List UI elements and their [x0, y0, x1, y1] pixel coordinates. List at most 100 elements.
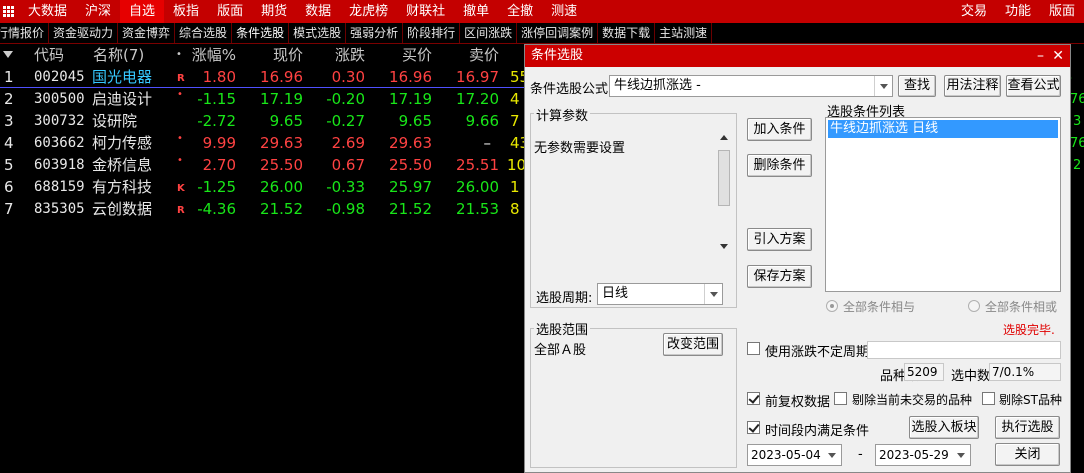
- tab-range-change[interactable]: 区间涨跌: [460, 23, 518, 43]
- menu-big-data[interactable]: 大数据: [19, 0, 76, 23]
- period-select[interactable]: 日线: [597, 283, 723, 305]
- change: -0.20: [326, 90, 365, 108]
- tab-data-download[interactable]: 数据下载: [598, 23, 656, 43]
- exclude-st-checkbox[interactable]: [982, 392, 995, 405]
- forward-adjust-label: 前复权数据: [765, 395, 831, 410]
- menu-hushen[interactable]: 沪深: [76, 0, 120, 23]
- table-row[interactable]: 7 835305 云创数据 R -4.36 21.52 -0.98 21.52 …: [0, 198, 524, 220]
- minimize-icon[interactable]: –: [1037, 45, 1044, 67]
- add-to-block-button[interactable]: 选股入板块: [909, 416, 979, 439]
- scroll-thumb[interactable]: [718, 150, 730, 206]
- header-bid[interactable]: 买价: [385, 44, 432, 66]
- menu-layout[interactable]: 版面: [208, 0, 252, 23]
- sort-down-icon[interactable]: [3, 51, 13, 58]
- save-scheme-button[interactable]: 保存方案: [747, 265, 812, 288]
- scroll-up-icon[interactable]: [720, 135, 728, 140]
- tab-limit-up-cases[interactable]: 涨停回调案例: [517, 23, 599, 43]
- view-formula-button[interactable]: 查看公式: [1006, 75, 1061, 97]
- ask: 26.00: [456, 178, 499, 196]
- tab-composite-pick[interactable]: 综合选股: [175, 23, 233, 43]
- chevron-down-icon[interactable]: [704, 284, 722, 304]
- table-row[interactable]: 6 688159 有方科技 K -1.25 26.00 -0.33 25.97 …: [0, 176, 524, 198]
- list-item[interactable]: 牛线边抓涨选 日线: [828, 120, 1058, 138]
- header-price[interactable]: 现价: [256, 44, 303, 66]
- menu-function[interactable]: 功能: [996, 0, 1040, 23]
- table-row[interactable]: 1 002045 国光电器 R 1.80 16.96 0.30 16.96 16…: [0, 66, 529, 88]
- stock-tag: •: [177, 155, 183, 166]
- menu-cls[interactable]: 财联社: [397, 0, 454, 23]
- import-scheme-button[interactable]: 引入方案: [747, 228, 812, 251]
- stock-name: 柯力传感: [92, 134, 153, 152]
- price: 26.00: [260, 178, 303, 196]
- table-row[interactable]: 5 603918 金桥信息 • 2.70 25.50 0.67 25.50 25…: [0, 154, 526, 176]
- tab-pattern-pick[interactable]: 模式选股: [289, 23, 347, 43]
- header-ask[interactable]: 卖价: [451, 44, 499, 66]
- use-period-checkbox[interactable]: [747, 342, 760, 355]
- stock-code: 603918: [34, 157, 85, 173]
- exclude-untraded-checkbox[interactable]: [834, 392, 847, 405]
- find-button[interactable]: 查找: [898, 75, 936, 97]
- stock-name: 启迪设计: [92, 90, 153, 108]
- table-row[interactable]: 3 300732 设研院 -2.72 9.65 -0.27 9.65 9.66 …: [0, 110, 524, 132]
- formula-select[interactable]: 牛线边抓涨选 -: [609, 75, 893, 97]
- tab-condition-pick[interactable]: 条件选股: [232, 23, 290, 43]
- radio-or[interactable]: [968, 300, 980, 312]
- period-label: 选股周期:: [536, 291, 593, 306]
- bid: 16.96: [389, 68, 432, 86]
- chevron-down-icon[interactable]: [952, 445, 970, 465]
- change: 0.67: [331, 156, 365, 174]
- header-change-pct[interactable]: 涨幅%: [188, 44, 236, 66]
- header-change[interactable]: 涨跌: [320, 44, 365, 66]
- table-header: 代码 名称(7) • 涨幅% 现价 涨跌 买价 卖价: [0, 44, 524, 66]
- menu-cancel-all[interactable]: 全撤: [498, 0, 542, 23]
- menu-futures[interactable]: 期货: [252, 0, 296, 23]
- change-range-button[interactable]: 改变范围: [663, 333, 723, 356]
- stock-tag: R: [177, 205, 185, 216]
- chevron-down-icon[interactable]: [874, 76, 892, 96]
- grid-menu-icon[interactable]: [3, 5, 15, 18]
- menu-watchlist[interactable]: 自选: [120, 0, 165, 23]
- menu-dragon-tiger[interactable]: 龙虎榜: [340, 0, 397, 23]
- date-to-picker[interactable]: 2023-05-29: [875, 444, 971, 466]
- menu-speed-test[interactable]: 测速: [542, 0, 586, 23]
- forward-adjust-checkbox[interactable]: [747, 392, 760, 405]
- usage-notes-button[interactable]: 用法注释: [944, 75, 1001, 97]
- radio-and[interactable]: [826, 300, 838, 312]
- menu-trade[interactable]: 交易: [952, 0, 996, 23]
- date-separator: -: [858, 447, 863, 462]
- params-scrollbar[interactable]: [716, 130, 732, 254]
- menu-cancel-order[interactable]: 撤单: [454, 0, 498, 23]
- tab-station-speed[interactable]: 主站测速: [655, 23, 713, 43]
- tab-capital-drive[interactable]: 资金驱动力: [49, 23, 119, 43]
- stock-tag: •: [177, 89, 183, 100]
- bid: 25.97: [389, 178, 432, 196]
- tab-quotes[interactable]: 行情报价: [0, 23, 50, 43]
- menu-layout-right[interactable]: 版面: [1040, 0, 1084, 23]
- use-period-label: 使用涨跌不定周期: [765, 345, 870, 360]
- close-button[interactable]: 关闭: [995, 443, 1060, 466]
- dialog-title-bar[interactable]: 条件选股 – ✕: [525, 45, 1070, 67]
- time-range-checkbox[interactable]: [747, 421, 760, 434]
- execute-pick-button[interactable]: 执行选股: [995, 416, 1060, 439]
- menu-board-index[interactable]: 板指: [164, 0, 208, 23]
- add-condition-button[interactable]: 加入条件: [747, 118, 812, 141]
- price: 25.50: [260, 156, 303, 174]
- condition-list[interactable]: 牛线边抓涨选 日线: [825, 117, 1061, 292]
- tab-stage-rank[interactable]: 阶段排行: [403, 23, 461, 43]
- delete-condition-button[interactable]: 删除条件: [747, 154, 812, 177]
- chevron-down-icon[interactable]: [823, 445, 841, 465]
- scroll-down-icon[interactable]: [720, 244, 728, 249]
- header-name[interactable]: 名称(7): [93, 44, 144, 66]
- period-field[interactable]: [867, 341, 1061, 359]
- menu-data[interactable]: 数据: [296, 0, 340, 23]
- change: -0.33: [326, 178, 365, 196]
- table-row[interactable]: 2 300500 启迪设计 • -1.15 17.19 -0.20 17.19 …: [0, 88, 524, 110]
- tab-strength[interactable]: 强弱分析: [346, 23, 404, 43]
- table-row[interactable]: 4 603662 柯力传感 • 9.99 29.63 2.69 29.63 – …: [0, 132, 529, 154]
- header-code[interactable]: 代码: [34, 44, 64, 66]
- date-from-picker[interactable]: 2023-05-04: [747, 444, 842, 466]
- close-icon[interactable]: ✕: [1052, 45, 1064, 67]
- tab-capital-game[interactable]: 资金博弈: [118, 23, 176, 43]
- stock-tag: •: [177, 133, 183, 144]
- row-index: 6: [4, 178, 14, 196]
